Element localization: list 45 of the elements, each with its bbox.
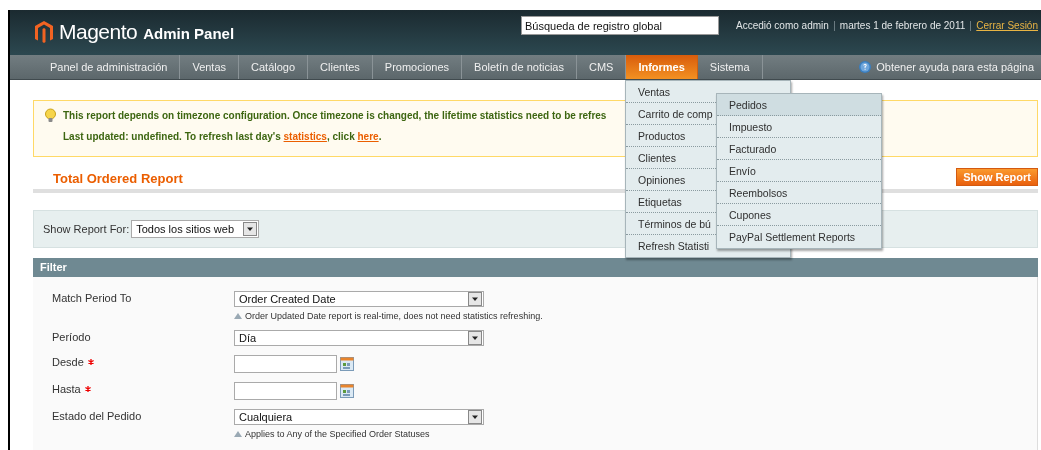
field-label: Estado del Pedido bbox=[52, 410, 142, 422]
logout-link[interactable]: Cerrar Sesión bbox=[971, 20, 1038, 31]
notice-message: This report depends on timezone configuration. Once timezone is changed, the lifetime statistics need to be refres bbox=[63, 109, 607, 121]
logo-text: Magento bbox=[59, 20, 138, 44]
nav-tab[interactable]: Panel de administración bbox=[38, 55, 181, 79]
user-info-text: Accedió como admin bbox=[731, 20, 835, 31]
date-field[interactable] bbox=[234, 355, 337, 373]
select-field[interactable]: Cualquiera bbox=[234, 409, 484, 425]
field-label: Hasta bbox=[52, 383, 81, 395]
calendar-icon[interactable] bbox=[340, 357, 354, 371]
nav-tab[interactable]: Catálogo bbox=[239, 55, 309, 79]
help-link[interactable]: Obtener ayuda para esta página bbox=[859, 55, 1041, 79]
field-label: Match Period To bbox=[52, 292, 132, 304]
calendar-icon[interactable] bbox=[340, 384, 354, 398]
nav-tab[interactable]: Promociones bbox=[372, 55, 463, 79]
submenu-item[interactable]: Reembolsos bbox=[717, 182, 881, 204]
submenu-item[interactable]: Cupones bbox=[717, 204, 881, 226]
select-field[interactable]: Día bbox=[234, 330, 484, 346]
filter-header: Filter bbox=[33, 258, 1038, 277]
logo-subtitle: Admin Panel bbox=[143, 25, 235, 42]
field-label: Show Report For: bbox=[43, 223, 130, 235]
nav-tab[interactable]: Boletín de noticias bbox=[462, 55, 577, 79]
page-title: Total Ordered Report bbox=[53, 171, 183, 186]
logo-icon bbox=[35, 21, 53, 43]
field-label: Desde bbox=[52, 356, 84, 368]
user-info-text: martes 1 de febrero de 2011 bbox=[834, 20, 972, 31]
refresh-message: Last updated: undefined. To refresh last day's statistics, click here. bbox=[63, 131, 382, 142]
lightbulb-icon bbox=[44, 108, 57, 122]
submenu-item[interactable]: Pedidos bbox=[717, 94, 881, 116]
submenu-item[interactable]: Facturado bbox=[717, 138, 881, 160]
field-label: Período bbox=[52, 331, 91, 343]
nav-tab[interactable]: Ventas bbox=[180, 55, 240, 79]
hint-text: Order Updated Date report is real-time, does not need statistics refreshing. bbox=[245, 311, 543, 321]
store-select[interactable]: Todos los sitios web bbox=[131, 220, 260, 238]
select-field[interactable]: Order Created Date bbox=[234, 291, 484, 307]
date-field[interactable] bbox=[234, 382, 337, 400]
triangle-icon bbox=[234, 431, 242, 437]
triangle-icon bbox=[234, 313, 242, 319]
hint-text: Applies to Any of the Specified Order Statuses bbox=[245, 429, 430, 439]
nav-tab[interactable]: Sistema bbox=[697, 55, 763, 79]
submenu-item[interactable]: Envío bbox=[717, 160, 881, 182]
help-icon bbox=[859, 61, 872, 73]
nav-tab[interactable]: Clientes bbox=[308, 55, 373, 79]
submenu-item[interactable]: Impuesto bbox=[717, 116, 881, 138]
search-field[interactable]: Búsqueda de registro global bbox=[521, 16, 719, 35]
